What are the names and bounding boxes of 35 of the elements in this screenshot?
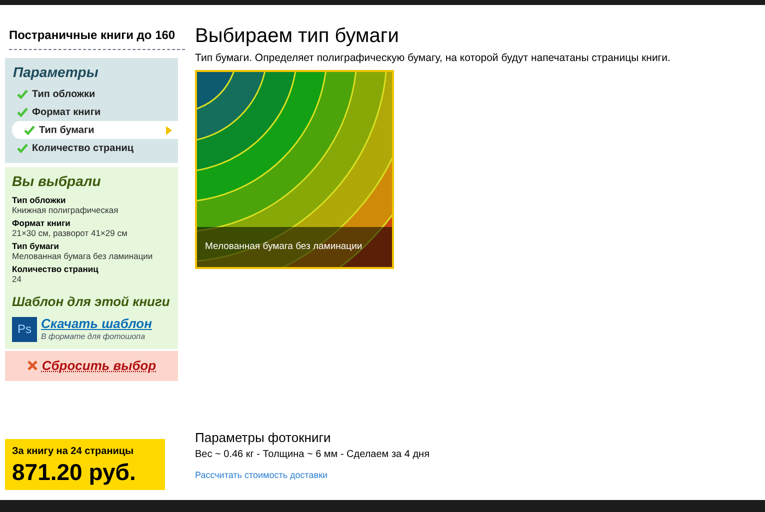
panel-heading: Вы выбрали	[12, 172, 102, 191]
pointer-icon	[166, 126, 172, 134]
cross-icon	[26, 360, 38, 371]
download-template-link[interactable]: Скачать шаблон	[41, 316, 152, 330]
parameter-item[interactable]: Тип бумаги	[12, 121, 178, 139]
params-title: Параметры фотокниги	[195, 428, 332, 447]
check-icon	[17, 89, 28, 99]
choice-name: Количество страниц	[12, 264, 100, 274]
check-icon	[17, 107, 28, 117]
choice-name: Формат книги	[12, 218, 72, 228]
parameter-item[interactable]: Формат книги	[5, 103, 178, 121]
template-note: В формате для фотошопа	[41, 330, 146, 342]
choice-value: Мелованная бумага без ламинации	[12, 251, 154, 261]
page-title: Выбираем тип бумаги	[195, 24, 400, 49]
panel-heading: Параметры	[12, 63, 100, 82]
choice-value: 24	[12, 274, 22, 284]
choice-value: Книжная полиграфическая	[12, 205, 120, 215]
option-caption: Мелованная бумага без ламинации	[205, 240, 362, 254]
photoshop-icon: Ps	[12, 316, 37, 342]
choice-name: Тип бумаги	[12, 241, 60, 251]
price-label: За книгу на 24 страницы	[12, 445, 135, 459]
check-icon	[24, 125, 35, 135]
check-icon	[17, 143, 28, 153]
price: 871.20 руб.	[12, 459, 137, 485]
choice-name: Тип обложки	[12, 195, 67, 205]
book-title: Постраничные книги до 160	[9, 28, 176, 42]
description: Тип бумаги. Определяет полиграфическую бумагу, на которой будут напечатаны страницы книги.	[195, 51, 672, 66]
panel-heading: Шаблон для этой книги	[12, 293, 171, 311]
paper-option-card[interactable]: Мелованная бумага без ламинации	[195, 70, 394, 269]
parameter-item[interactable]: Тип обложки	[5, 85, 178, 103]
delivery-link[interactable]: Рассчитать стоимость доставки	[195, 470, 328, 480]
reset-button[interactable]: Сбросить выбор	[5, 350, 178, 380]
params-text: Вес ~ 0.46 кг - Толщина ~ 6 мм - Сделаем за 4 дня	[195, 448, 430, 462]
parameter-item[interactable]: Количество страниц	[5, 139, 178, 157]
choice-value: 21×30 см, разворот 41×29 см	[12, 228, 128, 238]
